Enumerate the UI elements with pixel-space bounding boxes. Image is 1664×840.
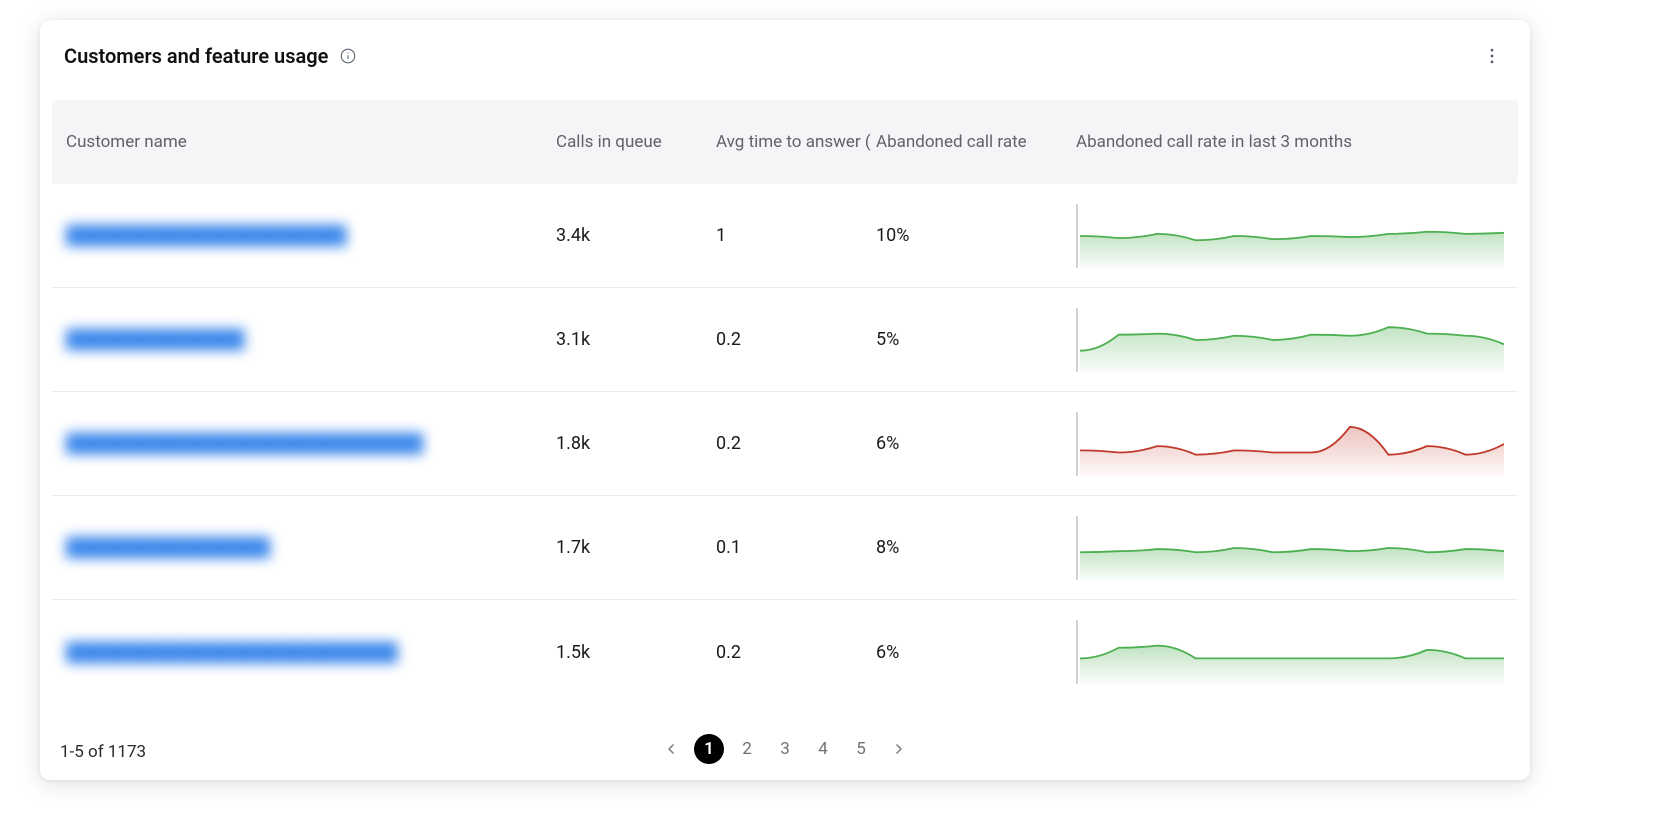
pager-page-3[interactable]: 3	[770, 734, 800, 764]
pager-page-5[interactable]: 5	[846, 734, 876, 764]
info-icon[interactable]	[338, 46, 358, 66]
cell-abandoned-call-rate: 6%	[876, 642, 1076, 663]
pagination-range: 1-5 of 1173	[60, 742, 146, 762]
col-header-customer-name[interactable]: Customer name	[66, 132, 556, 152]
pager-page-2[interactable]: 2	[732, 734, 762, 764]
card-header: Customers and feature usage	[40, 20, 1530, 100]
table-header-row: Customer name Calls in queue Avg time to…	[52, 100, 1518, 184]
table-row[interactable]: ██████████████████████ 3.4k 1 10%	[52, 184, 1518, 288]
cell-avg-time-to-answer: 1	[716, 225, 876, 246]
customers-table: Customer name Calls in queue Avg time to…	[40, 100, 1530, 728]
card-title: Customers and feature usage	[64, 44, 328, 68]
customers-feature-usage-card: Customers and feature usage Customer nam…	[40, 20, 1530, 780]
cell-avg-time-to-answer: 0.2	[716, 329, 876, 350]
table-body: ██████████████████████ 3.4k 1 10% ██████…	[52, 184, 1518, 704]
sparkline-abandoned-rate	[1076, 412, 1504, 476]
cell-avg-time-to-answer: 0.2	[716, 642, 876, 663]
table-row[interactable]: ████████████████████████████ 1.8k 0.2 6%	[52, 392, 1518, 496]
customer-name-link[interactable]: ██████████████████████	[66, 225, 347, 246]
more-menu-button[interactable]	[1478, 42, 1506, 70]
cell-avg-time-to-answer: 0.1	[716, 537, 876, 558]
customer-name-link[interactable]: ██████████████████████████	[66, 642, 398, 663]
customer-name-link[interactable]: ████████████████████████████	[66, 433, 423, 454]
table-row[interactable]: ██████████████████████████ 1.5k 0.2 6%	[52, 600, 1518, 704]
col-header-abandoned-call-rate[interactable]: Abandoned call rate	[876, 132, 1076, 152]
customer-name-link[interactable]: ██████████████	[66, 329, 245, 350]
cell-calls-in-queue: 3.4k	[556, 225, 716, 246]
pager-next[interactable]	[884, 734, 914, 764]
table-row[interactable]: ████████████████ 1.7k 0.1 8%	[52, 496, 1518, 600]
cell-abandoned-call-rate: 10%	[876, 225, 1076, 246]
table-row[interactable]: ██████████████ 3.1k 0.2 5%	[52, 288, 1518, 392]
col-header-avg-time-to-answer[interactable]: Avg time to answer (	[716, 132, 876, 152]
sparkline-abandoned-rate	[1076, 620, 1504, 684]
cell-calls-in-queue: 1.5k	[556, 642, 716, 663]
pagination-controls: 12345	[656, 734, 914, 764]
cell-calls-in-queue: 3.1k	[556, 329, 716, 350]
pager-page-1[interactable]: 1	[694, 734, 724, 764]
col-header-calls-in-queue[interactable]: Calls in queue	[556, 132, 716, 152]
cell-avg-time-to-answer: 0.2	[716, 433, 876, 454]
col-header-abandoned-rate-3mo[interactable]: Abandoned call rate in last 3 months	[1076, 132, 1504, 152]
customer-name-link[interactable]: ████████████████	[66, 537, 270, 558]
cell-abandoned-call-rate: 6%	[876, 433, 1076, 454]
cell-calls-in-queue: 1.8k	[556, 433, 716, 454]
sparkline-abandoned-rate	[1076, 516, 1504, 580]
pager-prev[interactable]	[656, 734, 686, 764]
sparkline-abandoned-rate	[1076, 204, 1504, 268]
cell-abandoned-call-rate: 8%	[876, 537, 1076, 558]
cell-abandoned-call-rate: 5%	[876, 329, 1076, 350]
sparkline-abandoned-rate	[1076, 308, 1504, 372]
pager-page-4[interactable]: 4	[808, 734, 838, 764]
cell-calls-in-queue: 1.7k	[556, 537, 716, 558]
